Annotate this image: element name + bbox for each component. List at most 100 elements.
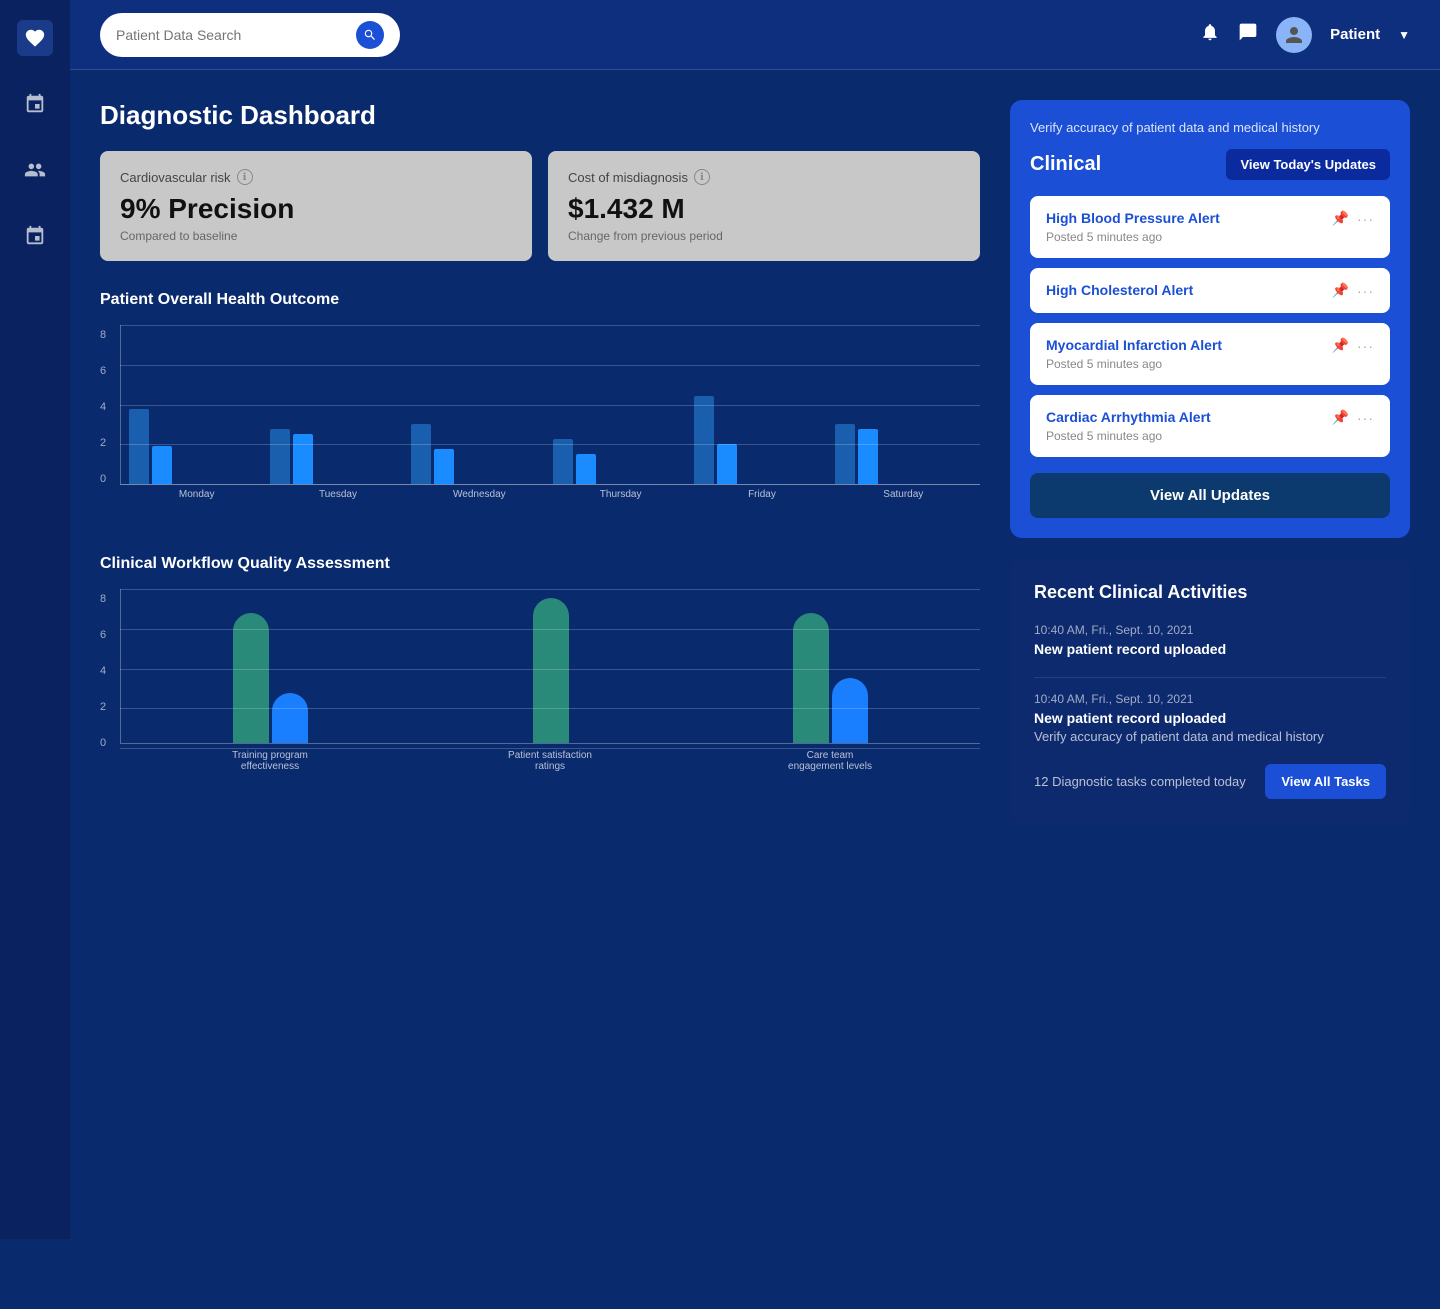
dots-icon-myocardial[interactable]: ··· [1357, 338, 1374, 354]
activity-divider [1034, 677, 1386, 678]
health-bar-bright-2 [434, 449, 454, 484]
search-input[interactable] [116, 27, 356, 43]
alert-actions-myocardial: 📌 ··· [1332, 337, 1374, 354]
health-chart-section: Patient Overall Health Outcome 0 2 4 6 8 [100, 291, 980, 525]
workflow-chart-container: 0 2 4 6 8 [100, 589, 980, 789]
alert-actions-cholesterol: 📌 ··· [1332, 282, 1374, 299]
metric-label-cardiovascular: Cardiovascular risk ℹ [120, 169, 512, 185]
clinical-panel-desc: Verify accuracy of patient data and medi… [1030, 120, 1390, 135]
workflow-bar-front-2 [832, 678, 868, 743]
health-label-monday: Monday [128, 489, 265, 500]
workflow-bar-group-2 [710, 613, 950, 743]
activity-heading-1: New patient record uploaded [1034, 641, 1386, 657]
pin-icon-high-bp[interactable]: 📌 [1332, 210, 1349, 227]
workflow-bar-back-2 [793, 613, 829, 743]
health-chart-container: 0 2 4 6 8 [100, 325, 980, 525]
dots-icon-arrhythmia[interactable]: ··· [1357, 410, 1374, 426]
health-bar-bright-0 [152, 446, 172, 484]
user-label[interactable]: Patient [1330, 26, 1380, 43]
right-column: Verify accuracy of patient data and medi… [1010, 100, 1410, 823]
pin-icon-cholesterol[interactable]: 📌 [1332, 282, 1349, 299]
health-bar-group-saturday [835, 424, 972, 484]
health-label-saturday: Saturday [835, 489, 972, 500]
chevron-down-icon[interactable]: ▼ [1398, 28, 1410, 42]
view-all-tasks-button[interactable]: View All Tasks [1265, 764, 1386, 799]
health-bar-dark-3 [553, 439, 573, 484]
metric-label-misdiagnosis: Cost of misdiagnosis ℹ [568, 169, 960, 185]
alert-time-myocardial: Posted 5 minutes ago [1046, 357, 1222, 371]
view-all-updates-button[interactable]: View All Updates [1030, 473, 1390, 518]
sidebar-item-calendar[interactable] [17, 218, 53, 254]
workflow-label-0: Training program effectiveness [220, 750, 320, 772]
info-icon-cardiovascular[interactable]: ℹ [237, 169, 253, 185]
header-right: Patient ▼ [1200, 17, 1410, 53]
activities-footer: 12 Diagnostic tasks completed today View… [1034, 764, 1386, 799]
workflow-bar-group-0 [151, 613, 391, 743]
avatar[interactable] [1276, 17, 1312, 53]
workflow-chart-title: Clinical Workflow Quality Assessment [100, 555, 980, 573]
health-bar-dark-1 [270, 429, 290, 484]
pin-icon-myocardial[interactable]: 📌 [1332, 337, 1349, 354]
clinical-panel: Verify accuracy of patient data and medi… [1010, 100, 1410, 538]
page-title: Diagnostic Dashboard [100, 100, 980, 131]
tasks-count: 12 Diagnostic tasks completed today [1034, 774, 1246, 789]
sidebar-item-heart[interactable] [17, 20, 53, 56]
sidebar-item-users[interactable] [17, 152, 53, 188]
metric-value-misdiagnosis: $1.432 M [568, 193, 960, 225]
health-bar-dark-5 [835, 424, 855, 484]
alert-time-high-bp: Posted 5 minutes ago [1046, 230, 1220, 244]
chat-icon[interactable] [1238, 22, 1258, 47]
health-bar-group-wednesday [411, 424, 548, 484]
health-x-axis: MondayTuesdayWednesdayThursdayFridaySatu… [120, 485, 980, 500]
clinical-title: Clinical [1030, 153, 1101, 176]
alert-card-arrhythmia: Cardiac Arrhythmia Alert Posted 5 minute… [1030, 395, 1390, 457]
metric-card-misdiagnosis: Cost of misdiagnosis ℹ $1.432 M Change f… [548, 151, 980, 261]
metric-cards: Cardiovascular risk ℹ 9% Precision Compa… [100, 151, 980, 261]
dots-icon-cholesterol[interactable]: ··· [1357, 283, 1374, 299]
health-bar-chart [120, 325, 980, 485]
health-bar-bright-5 [858, 429, 878, 484]
health-bar-bright-4 [717, 444, 737, 484]
health-bar-group-tuesday [270, 429, 407, 484]
health-label-thursday: Thursday [552, 489, 689, 500]
info-icon-misdiagnosis[interactable]: ℹ [694, 169, 710, 185]
activities-title: Recent Clinical Activities [1034, 582, 1386, 603]
activity-item-1: 10:40 AM, Fri., Sept. 10, 2021 New patie… [1034, 623, 1386, 657]
activities-panel: Recent Clinical Activities 10:40 AM, Fri… [1010, 558, 1410, 823]
alert-card-cholesterol: High Cholesterol Alert 📌 ··· [1030, 268, 1390, 313]
workflow-chart-section: Clinical Workflow Quality Assessment 0 2… [100, 555, 980, 789]
metric-sublabel-misdiagnosis: Change from previous period [568, 229, 960, 243]
search-button[interactable] [356, 21, 384, 49]
activity-time-2: 10:40 AM, Fri., Sept. 10, 2021 [1034, 692, 1386, 706]
workflow-bar-front-0 [272, 693, 308, 743]
workflow-label-1: Patient satisfaction ratings [500, 750, 600, 772]
dots-icon-high-bp[interactable]: ··· [1357, 211, 1374, 227]
sidebar [0, 0, 70, 1239]
workflow-x-axis: Training program effectiveness Patient sa… [120, 744, 980, 772]
health-bar-bright-1 [293, 434, 313, 484]
bell-icon[interactable] [1200, 22, 1220, 47]
view-updates-button[interactable]: View Today's Updates [1226, 149, 1390, 180]
sidebar-item-flow[interactable] [17, 86, 53, 122]
workflow-label-2: Care team engagement levels [780, 750, 880, 772]
pin-icon-arrhythmia[interactable]: 📌 [1332, 409, 1349, 426]
health-label-wednesday: Wednesday [411, 489, 548, 500]
search-bar[interactable] [100, 13, 400, 57]
header: Patient ▼ [70, 0, 1440, 70]
health-bar-group-thursday [553, 439, 690, 484]
alert-title-cholesterol: High Cholesterol Alert [1046, 282, 1193, 298]
alert-card-high-bp: High Blood Pressure Alert Posted 5 minut… [1030, 196, 1390, 258]
y-axis: 0 2 4 6 8 [100, 325, 120, 505]
health-bar-bright-3 [576, 454, 596, 484]
alert-title-high-bp: High Blood Pressure Alert [1046, 210, 1220, 226]
health-bar-dark-0 [129, 409, 149, 484]
metric-sublabel-cardiovascular: Compared to baseline [120, 229, 512, 243]
alert-card-myocardial: Myocardial Infarction Alert Posted 5 min… [1030, 323, 1390, 385]
alert-time-arrhythmia: Posted 5 minutes ago [1046, 429, 1211, 443]
health-bar-group-monday [129, 409, 266, 484]
health-bar-dark-2 [411, 424, 431, 484]
health-label-tuesday: Tuesday [269, 489, 406, 500]
workflow-bar-group-1 [431, 598, 671, 743]
main-content: Diagnostic Dashboard Cardiovascular risk… [70, 70, 1440, 853]
metric-card-cardiovascular: Cardiovascular risk ℹ 9% Precision Compa… [100, 151, 532, 261]
